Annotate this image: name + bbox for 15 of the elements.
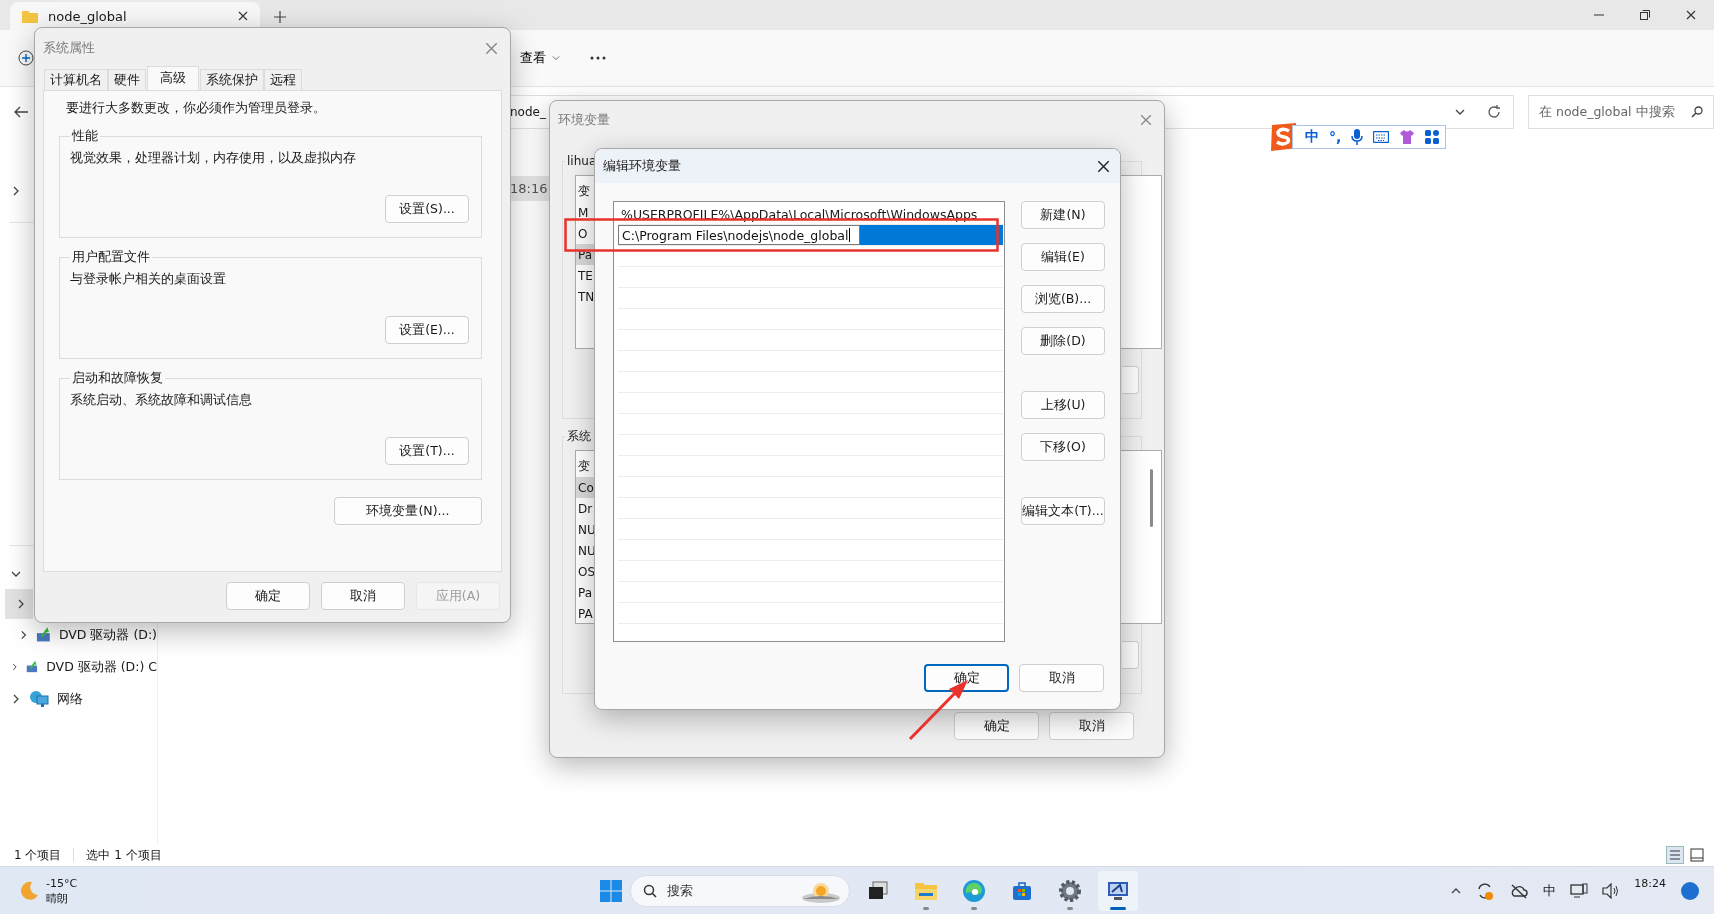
- group-description: 与登录帐户相关的桌面设置: [70, 271, 227, 288]
- weather-condition: 晴朗: [46, 890, 69, 906]
- dialog-title: 系统属性: [43, 39, 95, 57]
- selection-count: 选中 1 个项目: [86, 846, 162, 864]
- group-description: 系统启动、系统故障和调试信息: [70, 392, 253, 409]
- notice-text: 要进行大多数更改，你必须作为管理员登录。: [66, 100, 327, 117]
- group-title: 系统: [565, 428, 593, 444]
- group-description: 视觉效果，处理器计划，内存使用，以及虚拟内存: [70, 150, 357, 167]
- dialog-title: 编辑环境变量: [603, 157, 681, 175]
- temperature: -15°C: [46, 875, 78, 891]
- group-title: 用户配置文件: [70, 249, 152, 265]
- dialog-title: 环境变量: [558, 111, 610, 129]
- group-title: 启动和故障恢复: [70, 370, 165, 386]
- group-title: 性能: [70, 128, 100, 144]
- item-count: 1 个项目: [14, 846, 62, 864]
